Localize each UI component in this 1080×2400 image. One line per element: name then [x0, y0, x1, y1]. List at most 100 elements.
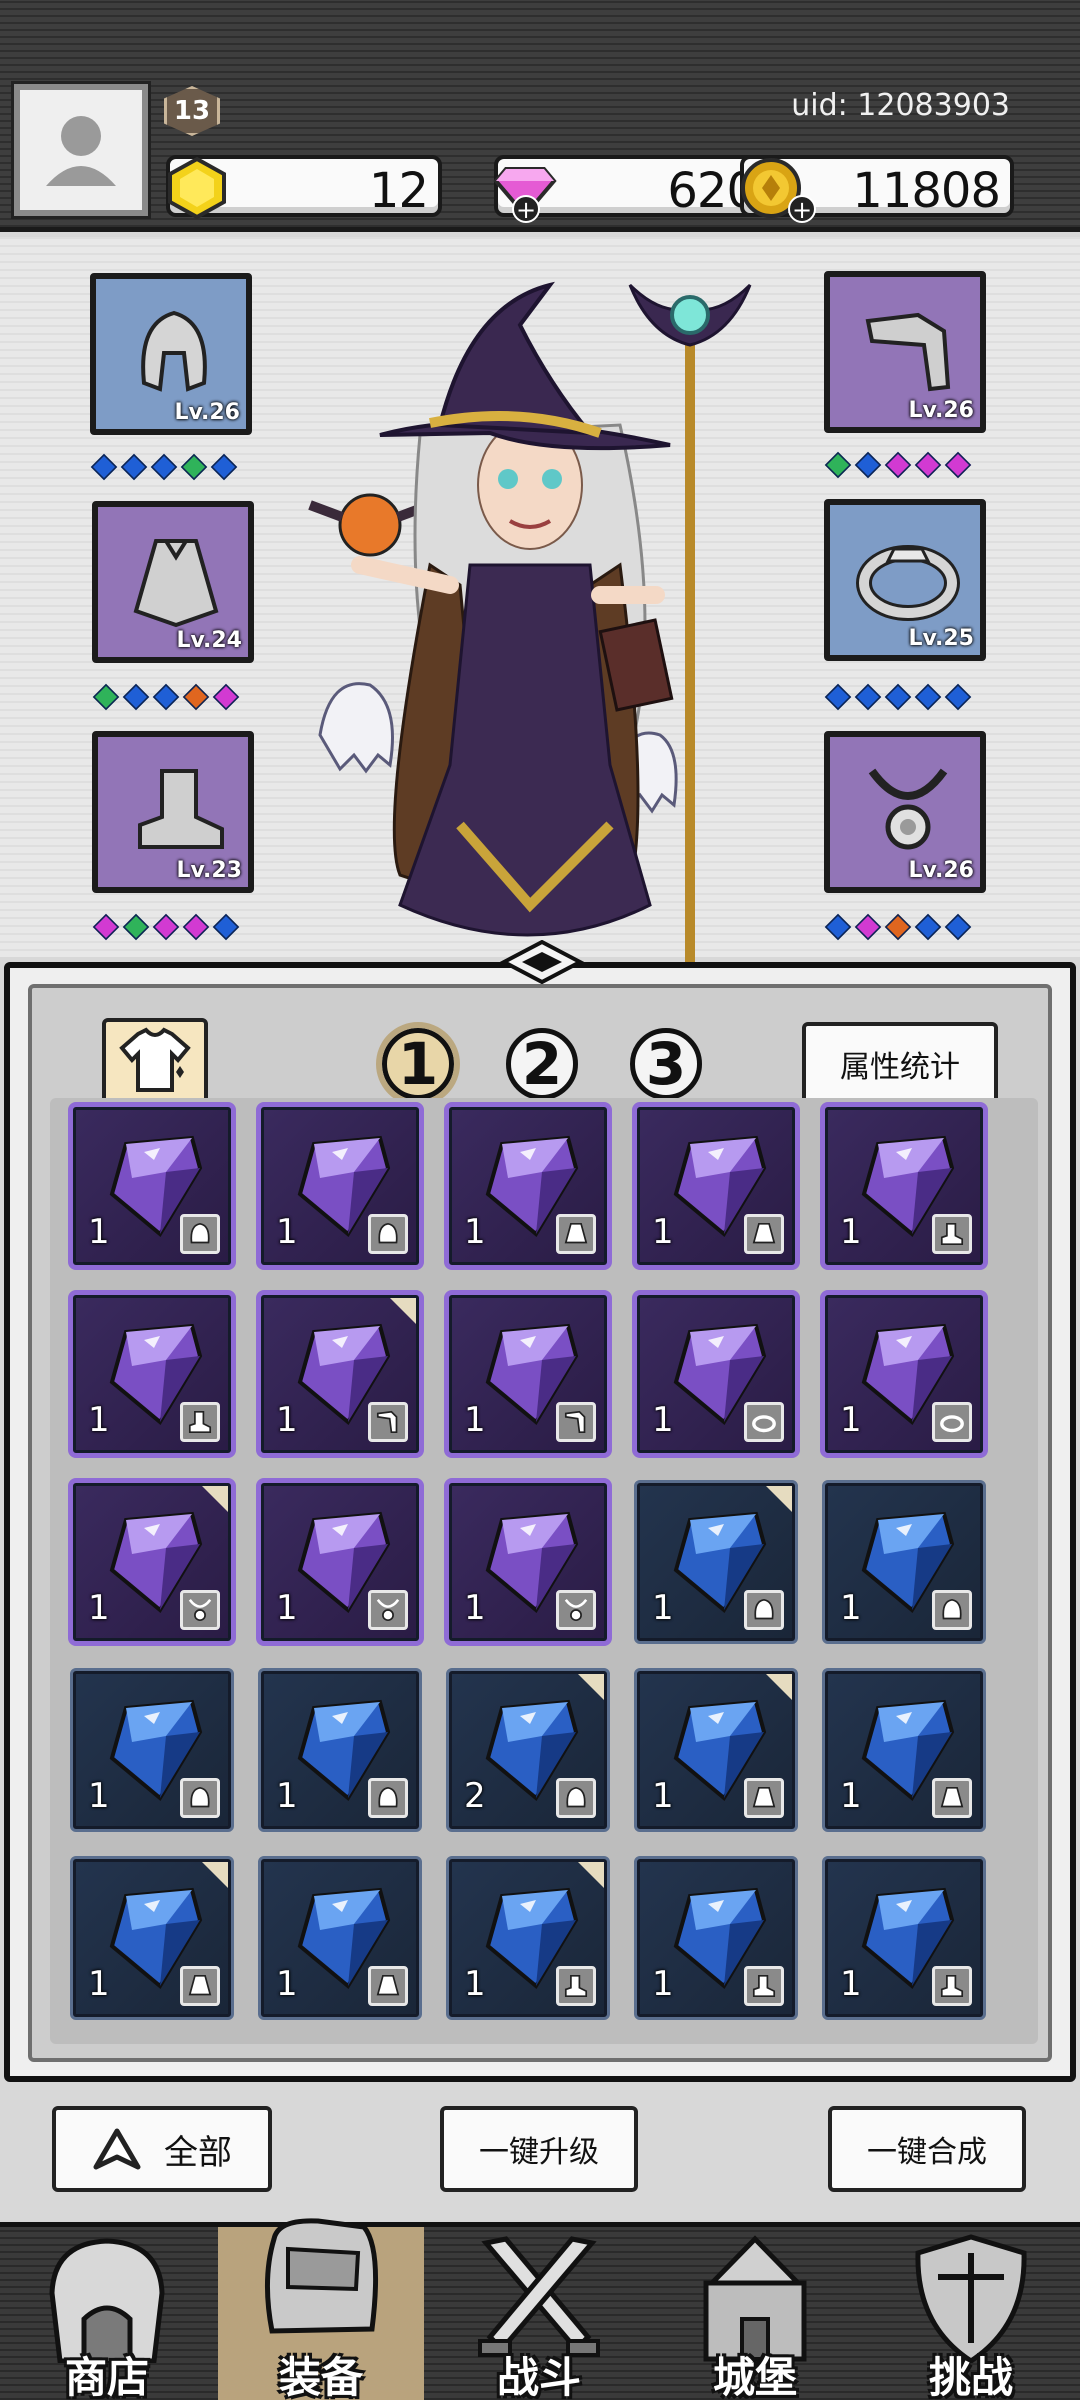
merge-all-button[interactable]: 一键合成 [828, 2106, 1026, 2192]
new-item-marker [202, 1862, 228, 1888]
add-diamond-icon[interactable]: + [512, 195, 540, 223]
inventory-item[interactable]: 1 [70, 1856, 234, 2020]
equip-level: Lv.26 [174, 400, 240, 425]
gem-blue [914, 913, 942, 941]
attribute-stats-button[interactable]: 属性统计 [802, 1022, 998, 1106]
nav-castle[interactable]: 城堡 [652, 2227, 858, 2400]
gem-magenta [914, 451, 942, 479]
gem-sockets-weapon [824, 451, 972, 481]
gem-blue [884, 683, 912, 711]
equip-slot-armor[interactable]: Lv.24 [92, 501, 254, 663]
helmet-icon [368, 1778, 408, 1818]
inventory-item[interactable]: 1 [444, 1290, 612, 1458]
item-count: 1 [652, 1588, 674, 1628]
inventory-item[interactable]: 1 [256, 1478, 424, 1646]
armor-icon [180, 1966, 220, 2006]
top-bar: 13 uid: 12083903 12 + 620 + 11808 [0, 0, 1080, 232]
inventory-item[interactable]: 1 [256, 1102, 424, 1270]
add-gold-icon[interactable]: + [788, 195, 816, 223]
inventory-item[interactable]: 1 [632, 1102, 800, 1270]
upgrade-all-button[interactable]: 一键升级 [440, 2106, 638, 2192]
bottom-navigation: 商店 装备 战斗 城堡 挑战 [0, 2218, 1080, 2400]
ring-icon [856, 545, 960, 621]
inventory-item[interactable]: 1 [634, 1856, 798, 2020]
gem-blue [854, 451, 882, 479]
gem-green [824, 451, 852, 479]
hex-gem-amount: 12 [368, 163, 429, 219]
inventory-item[interactable]: 1 [444, 1102, 612, 1270]
equip-level: Lv.23 [176, 858, 242, 883]
equip-slot-helmet[interactable]: Lv.26 [90, 273, 252, 435]
boots-icon [932, 1966, 972, 2006]
filter-all-button[interactable]: 全部 [52, 2106, 272, 2192]
nav-shop[interactable]: 商店 [4, 2227, 210, 2400]
inventory-item[interactable]: 1 [634, 1668, 798, 1832]
armor-icon [133, 539, 219, 628]
gem-blue [210, 453, 238, 481]
equip-slot-boots[interactable]: Lv.23 [92, 731, 254, 893]
inventory-item[interactable]: 1 [632, 1290, 800, 1458]
nav-equipment[interactable]: 装备 [218, 2218, 424, 2400]
inventory-item[interactable]: 1 [820, 1290, 988, 1458]
inventory-item[interactable]: 1 [822, 1480, 986, 1644]
new-item-marker [578, 1862, 604, 1888]
resource-hex-gem[interactable]: 12 [166, 155, 442, 220]
inventory-item[interactable]: 1 [68, 1102, 236, 1270]
helmet-icon [556, 1778, 596, 1818]
inventory-item[interactable]: 1 [446, 1856, 610, 2020]
gem-magenta [884, 451, 912, 479]
inventory-item[interactable]: 1 [444, 1478, 612, 1646]
weapon-icon [556, 1402, 596, 1442]
resource-diamond[interactable]: + 620 [493, 155, 770, 223]
item-count: 1 [88, 1776, 110, 1816]
nav-battle-label: 战斗 [496, 2353, 581, 2400]
ring-icon [932, 1402, 972, 1442]
gem-green [180, 453, 208, 481]
page-tab-3[interactable]: 3 [630, 1028, 702, 1100]
armor-icon [368, 1966, 408, 2006]
nav-equipment-label: 装备 [278, 2353, 363, 2400]
item-count: 1 [652, 1212, 674, 1252]
gem-blue [212, 913, 240, 941]
gem-magenta [854, 913, 882, 941]
nav-battle[interactable]: 战斗 [436, 2227, 642, 2400]
inventory-item[interactable]: 2 [446, 1668, 610, 1832]
inventory-item[interactable]: 1 [258, 1668, 422, 1832]
inventory-item[interactable]: 1 [820, 1102, 988, 1270]
nav-challenge[interactable]: 挑战 [868, 2227, 1074, 2400]
equip-slot-necklace[interactable]: Lv.26 [824, 731, 986, 893]
helmet-icon [744, 1590, 784, 1630]
gem-blue [120, 453, 148, 481]
helmet-icon [368, 1214, 408, 1254]
gem-blue [824, 913, 852, 941]
inventory-item[interactable]: 1 [70, 1668, 234, 1832]
new-item-marker [578, 1674, 604, 1700]
inventory-item[interactable]: 1 [258, 1856, 422, 2020]
equip-slot-weapon[interactable]: Lv.26 [824, 271, 986, 433]
gem-magenta [212, 683, 240, 711]
inventory-item[interactable]: 1 [822, 1668, 986, 1832]
inventory-item[interactable]: 1 [822, 1856, 986, 2020]
inventory-item[interactable]: 1 [68, 1290, 236, 1458]
item-count: 1 [88, 1588, 110, 1628]
gold-amount: 11808 [852, 163, 1001, 219]
inventory-item[interactable]: 1 [256, 1290, 424, 1458]
item-count: 1 [276, 1588, 298, 1628]
weapon-icon [368, 1402, 408, 1442]
item-count: 2 [464, 1776, 486, 1816]
equip-slot-ring[interactable]: Lv.25 [824, 499, 986, 661]
item-count: 1 [840, 1212, 862, 1252]
gem-blue [824, 683, 852, 711]
equip-level: Lv.25 [908, 626, 974, 651]
nav-shop-label: 商店 [64, 2353, 149, 2400]
page-tab-1[interactable]: 1 [376, 1022, 460, 1106]
appearance-button[interactable] [102, 1018, 208, 1104]
page-tab-2[interactable]: 2 [506, 1028, 578, 1100]
filter-all-label: 全部 [164, 2132, 232, 2173]
inventory-item[interactable]: 1 [634, 1480, 798, 1644]
inventory-item[interactable]: 1 [68, 1478, 236, 1646]
necklace-icon [180, 1590, 220, 1630]
player-avatar[interactable] [11, 81, 151, 219]
resource-gold[interactable]: + 11808 [740, 155, 1014, 223]
necklace-icon [368, 1590, 408, 1630]
